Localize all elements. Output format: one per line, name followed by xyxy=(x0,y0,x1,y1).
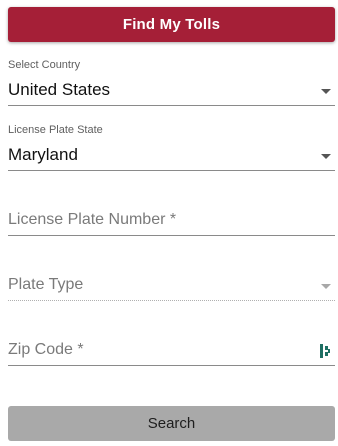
chevron-down-icon[interactable] xyxy=(321,89,331,94)
plate-number-input[interactable]: License Plate Number * xyxy=(8,205,335,239)
plate-state-select[interactable]: License Plate State Maryland xyxy=(8,123,335,173)
plate-type-underline xyxy=(8,300,335,301)
plate-state-select-label: License Plate State xyxy=(8,124,103,136)
zip-code-underline xyxy=(8,365,335,366)
plate-state-select-value[interactable]: Maryland xyxy=(8,145,78,165)
country-select[interactable]: Select Country United States xyxy=(8,58,335,108)
plate-type-placeholder: Plate Type xyxy=(8,276,84,293)
plate-state-select-underline xyxy=(8,170,335,171)
zip-code-placeholder: Zip Code * xyxy=(8,341,84,358)
search-button[interactable]: Search xyxy=(8,406,335,441)
country-select-underline xyxy=(8,105,335,106)
find-my-tolls-button[interactable]: Find My Tolls xyxy=(8,7,335,42)
zip-code-input[interactable]: Zip Code * xyxy=(8,335,335,369)
country-select-label: Select Country xyxy=(8,59,81,71)
chevron-down-icon[interactable] xyxy=(321,284,331,289)
plate-type-select[interactable]: Plate Type xyxy=(8,270,335,304)
chevron-down-icon[interactable] xyxy=(321,154,331,159)
country-select-value[interactable]: United States xyxy=(8,80,110,100)
plate-number-underline xyxy=(8,235,335,236)
password-manager-icon[interactable] xyxy=(319,343,331,359)
plate-number-placeholder: License Plate Number * xyxy=(8,211,177,228)
